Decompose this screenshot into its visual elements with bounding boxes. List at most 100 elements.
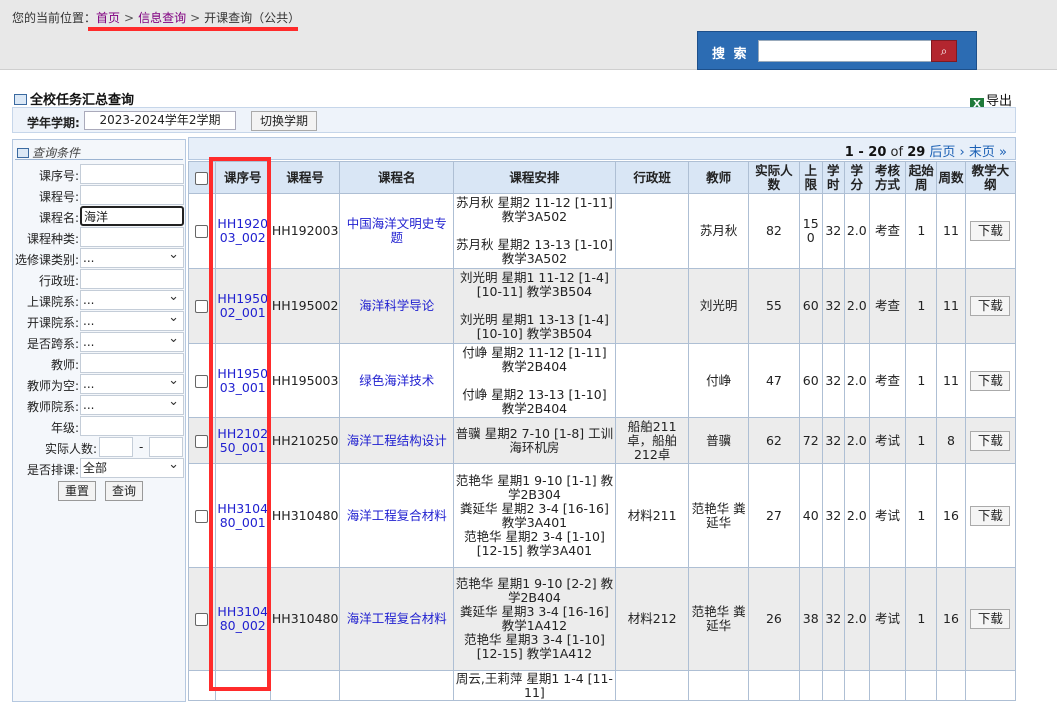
filter-row: 教师为空:... bbox=[13, 372, 185, 395]
breadcrumb-home-link[interactable]: 首页 bbox=[96, 11, 120, 25]
schedule-entry: 苏月秋 星期2 13-13 [1-10] 教学3A502 bbox=[456, 237, 613, 266]
filter-select[interactable]: ... bbox=[80, 309, 184, 331]
filter-panel: 查询条件 课序号:课程号:课程名:海洋课程种类:选修课类别:...行政班:上课院… bbox=[12, 139, 186, 702]
pager: 1 - 20 of 29 后页 › 末页 » bbox=[188, 137, 1016, 160]
filter-select[interactable]: ... bbox=[80, 372, 184, 394]
course-name-link[interactable]: 海洋工程复合材料 bbox=[339, 567, 455, 671]
course-no: HH195003 bbox=[269, 343, 341, 418]
course-no: HH195002 bbox=[269, 268, 341, 344]
download-button[interactable]: 下载 bbox=[970, 609, 1011, 629]
column-header: 教师 bbox=[688, 161, 749, 194]
pager-total: 29 bbox=[907, 145, 926, 160]
start-week: 1 bbox=[905, 463, 938, 568]
teacher: 范艳华 粪延华 bbox=[688, 463, 749, 568]
course-table: 课序号 课程号 课程名 课程安排 行政班 教师 实际人数 上限 学时 学分 考核方式 起始周 周数 教学大… bbox=[188, 161, 1017, 701]
headcount-min-input[interactable] bbox=[99, 437, 133, 457]
teacher bbox=[688, 670, 749, 701]
week-count: 11 bbox=[936, 193, 966, 269]
schedule-entry: 付峥 星期2 13-13 [1-10] 教学2B404 bbox=[462, 386, 607, 416]
table-row: HH192003_002 HH192003 中国海洋文明史专题 苏月秋 星期2 11-… bbox=[188, 193, 1017, 269]
breadcrumb-info-link[interactable]: 信息查询 bbox=[138, 11, 186, 25]
teacher: 普骥 bbox=[688, 417, 749, 464]
admin-class bbox=[614, 343, 690, 418]
course-no: HH192003 bbox=[269, 193, 341, 269]
course-name-link[interactable] bbox=[339, 670, 455, 701]
course-name-link[interactable]: 海洋工程复合材料 bbox=[339, 463, 455, 568]
term-select[interactable]: 2023-2024学年2学期 bbox=[84, 111, 236, 130]
query-button[interactable]: 查询 bbox=[105, 481, 143, 501]
filter-input[interactable] bbox=[80, 185, 184, 205]
actual-count: 26 bbox=[747, 567, 801, 671]
course-schedule: 苏月秋 星期2 11-12 [1-11] 教学3A502 苏月秋 星期2 13-1… bbox=[453, 193, 616, 269]
reset-button[interactable]: 重置 bbox=[58, 481, 96, 501]
range-sep: - bbox=[139, 440, 144, 454]
filter-label: 选修课类别: bbox=[14, 253, 79, 267]
start-week: 1 bbox=[905, 567, 938, 671]
column-header: 学时 bbox=[821, 161, 846, 194]
search-label: 搜 索 bbox=[712, 47, 749, 62]
switch-term-button[interactable]: 切换学期 bbox=[251, 111, 317, 131]
teacher: 苏月秋 bbox=[688, 193, 749, 269]
column-header: 行政班 bbox=[614, 161, 690, 194]
hours: 32 bbox=[821, 193, 846, 269]
limit: 150 bbox=[799, 193, 823, 269]
filter-input[interactable]: 海洋 bbox=[80, 206, 184, 226]
filter-select[interactable]: ... bbox=[80, 246, 184, 268]
course-name-link[interactable]: 中国海洋文明史专题 bbox=[339, 193, 455, 269]
breadcrumb-current: 开课查询（公共） bbox=[204, 11, 301, 25]
filter-label: 教师院系: bbox=[26, 400, 79, 414]
week-count: 11 bbox=[936, 268, 966, 344]
limit bbox=[799, 670, 823, 701]
credit: 2.0 bbox=[844, 567, 870, 671]
teacher: 范艳华 粪延华 bbox=[688, 567, 749, 671]
filter-label: 课程号: bbox=[38, 190, 79, 204]
admin-class bbox=[614, 193, 690, 269]
table-row: HH310480_002 HH310480 海洋工程复合材料 范艳华 星期1 9-10… bbox=[188, 567, 1017, 671]
actual-count: 62 bbox=[747, 417, 801, 464]
credit bbox=[844, 670, 870, 701]
filter-divider bbox=[15, 159, 183, 160]
filter-input[interactable] bbox=[80, 227, 184, 247]
download-button[interactable]: 下载 bbox=[970, 505, 1011, 526]
download-button[interactable]: 下载 bbox=[970, 296, 1011, 316]
search-input[interactable] bbox=[758, 40, 932, 62]
headcount-row: 实际人数: - bbox=[13, 437, 185, 458]
download-button[interactable]: 下载 bbox=[970, 221, 1011, 241]
course-name-link[interactable]: 海洋科学导论 bbox=[339, 268, 455, 344]
filter-input[interactable] bbox=[80, 269, 184, 289]
filter-select[interactable]: ... bbox=[80, 288, 184, 310]
last-page-link[interactable]: 末页 » bbox=[969, 145, 1007, 160]
course-no bbox=[269, 670, 341, 701]
course-name-link[interactable]: 海洋工程结构设计 bbox=[339, 417, 455, 464]
exam-type: 考查 bbox=[868, 343, 907, 418]
headcount-max-input[interactable] bbox=[149, 437, 183, 457]
exam-type bbox=[868, 670, 907, 701]
credit: 2.0 bbox=[844, 193, 870, 269]
course-name-link[interactable]: 绿色海洋技术 bbox=[339, 343, 455, 418]
schedule-entry: 范艳华 星期1 9-10 [2-2] 教学2B404 bbox=[455, 576, 614, 605]
pager-range: 1 - 20 bbox=[844, 145, 887, 160]
hours: 32 bbox=[821, 417, 846, 464]
download-button[interactable]: 下载 bbox=[970, 370, 1011, 391]
filter-input[interactable] bbox=[80, 353, 184, 373]
filter-input[interactable] bbox=[80, 164, 184, 184]
schedule-entry: 普骥 星期2 7-10 [1-8] 工训海环机房 bbox=[455, 425, 614, 455]
search-button[interactable]: ⌕ bbox=[931, 40, 957, 62]
column-header: 学分 bbox=[844, 161, 870, 194]
credit: 2.0 bbox=[844, 268, 870, 344]
scheduled-select[interactable]: 全部 bbox=[80, 456, 184, 478]
column-header: 课程名 bbox=[339, 161, 455, 194]
download-button[interactable]: 下载 bbox=[970, 430, 1011, 451]
filter-select[interactable]: ... bbox=[80, 330, 184, 352]
course-no: HH310480 bbox=[269, 463, 341, 568]
course-no: HH310480 bbox=[269, 567, 341, 671]
next-page-link[interactable]: 后页 › bbox=[929, 145, 964, 160]
filter-input[interactable] bbox=[80, 416, 184, 436]
table-icon bbox=[14, 94, 27, 105]
syllabus-cell: 下载 bbox=[964, 417, 1017, 464]
actual-count: 47 bbox=[747, 343, 801, 418]
breadcrumb-prefix: 您的当前位置： bbox=[12, 11, 97, 25]
schedule-entry: 范艳华 星期2 3-4 [1-10] [12-15] 教学3A401 bbox=[463, 528, 605, 558]
filter-select[interactable]: ... bbox=[80, 393, 184, 415]
limit: 40 bbox=[799, 463, 823, 568]
